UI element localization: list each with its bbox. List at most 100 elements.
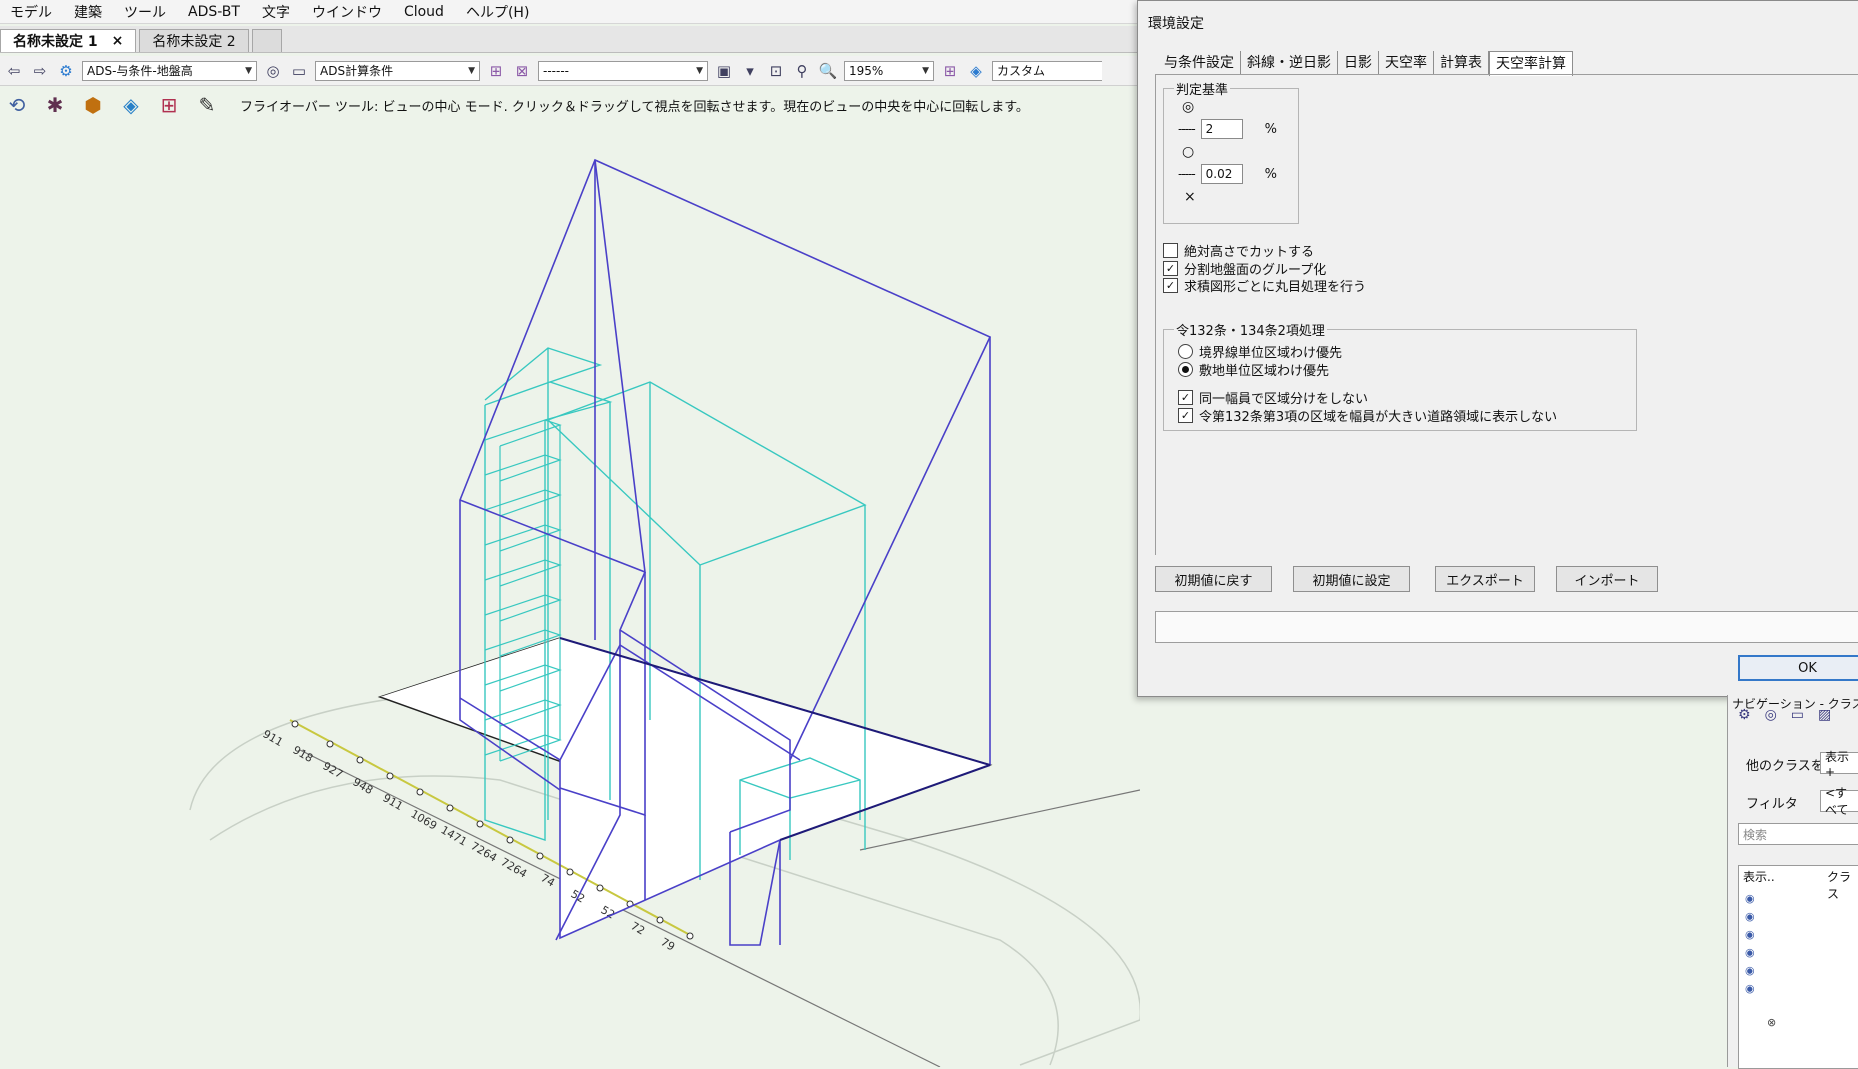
grid-icon[interactable]: ⊞: [486, 62, 506, 80]
tab-calc-table[interactable]: 計算表: [1434, 51, 1489, 75]
menu-help[interactable]: ヘルプ(H): [466, 2, 529, 22]
set-defaults-button[interactable]: 初期値に設定: [1293, 566, 1410, 592]
eye-icon[interactable]: ◉: [1745, 946, 1755, 959]
menu-window[interactable]: ウインドウ: [312, 2, 382, 22]
blank-swatch-icon[interactable]: ▭: [289, 62, 309, 80]
eye-icon[interactable]: ◉: [1745, 982, 1755, 995]
viewport-icon[interactable]: ▨: [1818, 707, 1831, 723]
projection-icon[interactable]: ◈: [966, 62, 986, 80]
close-icon[interactable]: ×: [112, 33, 124, 49]
checkbox-checked-icon[interactable]: ✓: [1178, 408, 1193, 423]
scale-label: 918: [291, 743, 316, 765]
drawing-viewport[interactable]: 911 918 927 948 911 1069 1471 7264 7264 …: [0, 120, 1140, 1067]
view-grid-icon[interactable]: ⊞: [940, 62, 960, 80]
scale-marker: [506, 836, 514, 844]
calc-condition-value: ADS計算条件: [320, 64, 394, 78]
blank-select[interactable]: ------ ▼: [538, 60, 708, 81]
menu-architecture[interactable]: 建築: [74, 2, 102, 22]
new-tab[interactable]: [251, 29, 282, 52]
scale-marker: [476, 820, 484, 828]
menu-cloud[interactable]: Cloud: [404, 4, 444, 20]
layers-icon[interactable]: ⚙: [56, 62, 76, 80]
zoom-window-icon[interactable]: ⚲: [792, 62, 812, 80]
doc-tab-2[interactable]: 名称未設定 2: [139, 29, 249, 52]
grid-alt-icon[interactable]: ⊠: [512, 62, 532, 80]
camera-icon[interactable]: ▣: [714, 62, 734, 80]
tab-conditions[interactable]: 与条件設定: [1158, 51, 1241, 75]
blank-select-value: ------: [543, 63, 569, 78]
checkbox-checked-icon[interactable]: ✓: [1163, 278, 1178, 293]
checkbox-row-road[interactable]: ✓ 令第132条第3項の区域を幅員が大きい道路領域に表示しない: [1178, 406, 1557, 425]
layers-icon[interactable]: ◎: [1765, 707, 1777, 723]
menu-tools[interactable]: ツール: [124, 2, 166, 22]
view-select[interactable]: カスタム: [992, 60, 1102, 81]
checkbox-unchecked[interactable]: [1163, 243, 1178, 258]
radio-row-site[interactable]: 敷地単位区域わけ優先: [1178, 360, 1329, 379]
forward-arrow-icon[interactable]: ⇨: [30, 62, 50, 80]
threshold-input-2[interactable]: 0.02: [1200, 164, 1243, 184]
col-header-class[interactable]: クラス: [1827, 868, 1858, 902]
threshold-input-1[interactable]: 2: [1200, 119, 1243, 139]
other-class-label: 他のクラスを: [1746, 759, 1824, 774]
checkbox-row-round[interactable]: ✓ 求積図形ごとに丸目処理を行う: [1163, 276, 1366, 295]
back-arrow-icon[interactable]: ⇦: [4, 62, 24, 80]
menu-model[interactable]: モデル: [10, 2, 52, 22]
scale-label: 7264: [469, 839, 500, 864]
eye-icon[interactable]: ◉: [1745, 910, 1755, 923]
magnifier-icon[interactable]: 🔍: [818, 62, 838, 80]
other-class-select[interactable]: 表示+: [1820, 750, 1858, 779]
floor-slab: [484, 559, 562, 587]
import-button[interactable]: インポート: [1556, 566, 1658, 592]
cyan-tower-front: [484, 405, 546, 841]
radio-row-boundary[interactable]: 境界線単位区域わけ優先: [1178, 342, 1342, 361]
radio-button[interactable]: [1178, 344, 1193, 359]
checkbox-row-cut[interactable]: 絶対高さでカットする: [1163, 241, 1314, 260]
checkbox-row-same-width[interactable]: ✓ 同一幅員で区域分けをしない: [1178, 388, 1368, 407]
menu-ads-bt[interactable]: ADS-BT: [188, 4, 240, 20]
scale-label: 72: [629, 919, 648, 937]
eye-icon[interactable]: ◉: [1745, 928, 1755, 941]
judgement-row-value2: ----- 0.02 %: [1178, 164, 1277, 184]
flyover-axis-icon[interactable]: ✱: [42, 93, 68, 117]
checkbox-checked-icon[interactable]: ✓: [1163, 261, 1178, 276]
reset-defaults-button[interactable]: 初期値に戻す: [1155, 566, 1272, 592]
hidden-icon[interactable]: ⊗: [1767, 1016, 1776, 1029]
search-input[interactable]: 検索: [1738, 823, 1858, 845]
scale-marker: [596, 884, 604, 892]
scale-label: 1471: [439, 823, 470, 848]
class-tool-icon[interactable]: ⚙: [1738, 707, 1751, 723]
sheet-icon[interactable]: ▭: [1791, 707, 1804, 723]
scale-marker: [291, 720, 299, 728]
class-icon[interactable]: ◎: [263, 62, 283, 80]
tab-slant-shadow[interactable]: 斜線・逆日影: [1241, 51, 1338, 75]
chevron-down-icon: ▼: [245, 65, 252, 76]
col-header-show[interactable]: 表示..: [1743, 868, 1775, 885]
flyover-center-icon[interactable]: ⟲: [4, 93, 30, 117]
zoom-fit-icon[interactable]: ⊡: [766, 62, 786, 80]
radio-button-selected[interactable]: [1178, 362, 1193, 377]
checkbox-checked-icon[interactable]: ✓: [1178, 390, 1193, 405]
chevron-small-icon[interactable]: ▾: [740, 62, 760, 80]
export-button[interactable]: エクスポート: [1435, 566, 1535, 592]
box-icon[interactable]: ⬢: [80, 93, 106, 117]
ok-button[interactable]: OK: [1738, 655, 1858, 681]
layer-select[interactable]: ADS-与条件-地盤高 ▼: [82, 60, 257, 81]
scale-label: 74: [539, 871, 558, 889]
grid-color-icon[interactable]: ⊞: [156, 93, 182, 117]
tool-settings-icon[interactable]: ✎: [194, 93, 220, 117]
tab-sky-ratio[interactable]: 天空率: [1379, 51, 1434, 75]
nav-panel-toolbar: ⚙ ◎ ▭ ▨: [1738, 707, 1831, 723]
filter-select[interactable]: <すべて: [1820, 786, 1858, 817]
zoom-select[interactable]: 195% ▼: [844, 60, 934, 81]
tab-sky-ratio-calc[interactable]: 天空率計算: [1489, 51, 1573, 76]
plane-icon[interactable]: ◈: [118, 93, 144, 117]
doc-tab-1[interactable]: 名称未設定 1 ×: [0, 29, 137, 52]
eye-icon[interactable]: ◉: [1745, 964, 1755, 977]
eye-icon[interactable]: ◉: [1745, 892, 1755, 905]
radio-label: 境界線単位区域わけ優先: [1199, 346, 1343, 361]
tab-shadow[interactable]: 日影: [1338, 51, 1379, 75]
axis-line-2: [859, 789, 1140, 851]
blue-envelope-roof: [459, 159, 646, 574]
menu-text[interactable]: 文字: [262, 2, 290, 22]
calc-condition-select[interactable]: ADS計算条件 ▼: [315, 60, 480, 81]
